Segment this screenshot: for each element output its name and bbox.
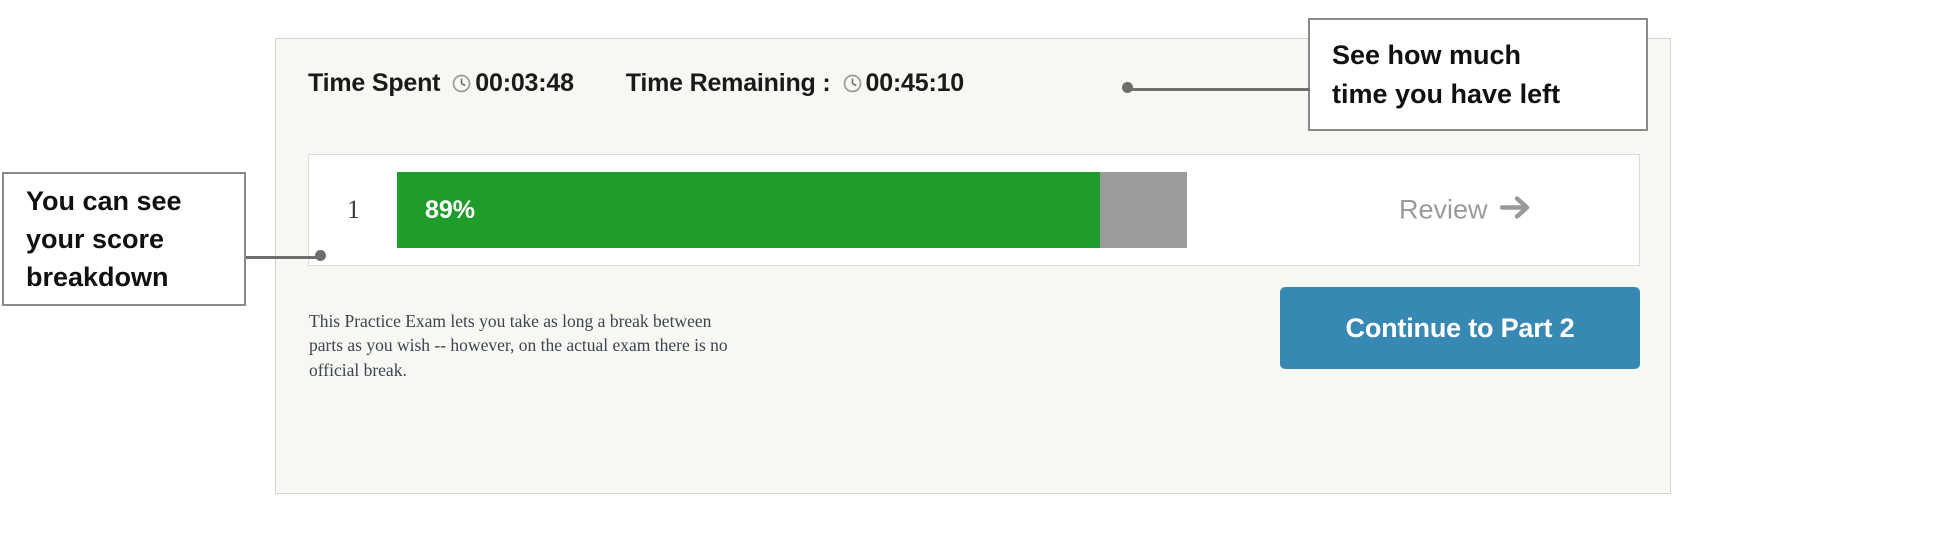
score-progress-fill: 89% (397, 172, 1101, 248)
part-number-label: 1 (347, 195, 360, 224)
clock-icon (843, 74, 862, 93)
callout-time-remaining: See how much time you have left (1308, 18, 1648, 131)
callout-score-line-3: breakdown (26, 262, 169, 293)
arrow-right-icon (1499, 195, 1534, 226)
callout-time-connector-line (1128, 88, 1310, 91)
review-link[interactable]: Review (1399, 195, 1534, 226)
callout-score-breakdown: You can see your score breakdown (2, 172, 246, 306)
clock-icon (452, 74, 471, 93)
continue-to-part-2-button[interactable]: Continue to Part 2 (1280, 287, 1640, 369)
callout-time-connector-dot (1122, 82, 1133, 93)
time-spent-group: Time Spent 00:03:48 (308, 69, 574, 98)
time-spent-value: 00:03:48 (475, 69, 574, 97)
time-remaining-group: Time Remaining : 00:45:10 (626, 69, 964, 98)
timer-row: Time Spent 00:03:48 Time Remaining : 00:… (308, 69, 964, 98)
score-progress-bar: 89% (397, 172, 1187, 248)
review-label: Review (1399, 194, 1488, 225)
callout-score-connector-line (246, 256, 321, 259)
score-percent-label: 89% (425, 195, 476, 224)
callout-time-line-1: See how much (1332, 40, 1522, 71)
time-spent-label: Time Spent (308, 69, 441, 97)
callout-score-line-2: your score (26, 223, 165, 254)
exam-note-text: This Practice Exam lets you take as long… (309, 310, 728, 381)
score-panel: 1 89% Review (308, 154, 1640, 266)
callout-score-line-1: You can see (26, 185, 182, 216)
time-remaining-label: Time Remaining : (625, 69, 831, 97)
callout-score-connector-dot (315, 250, 326, 261)
callout-time-line-2: time you have left (1332, 78, 1561, 109)
time-remaining-value: 00:45:10 (865, 69, 965, 97)
